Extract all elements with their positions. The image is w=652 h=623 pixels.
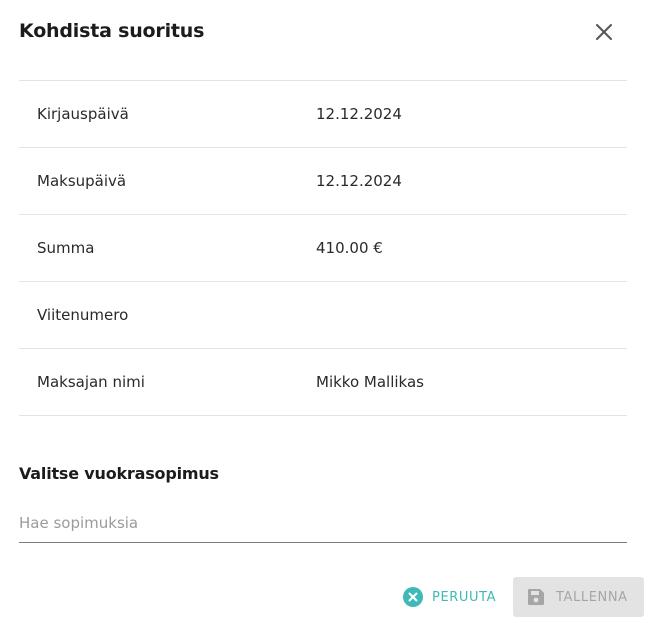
- contract-search-field: [19, 506, 627, 543]
- payment-details-table: Kirjauspäivä 12.12.2024 Maksupäivä 12.12…: [19, 80, 627, 416]
- detail-label: Kirjauspäivä: [37, 105, 129, 123]
- detail-row-payment-date: Maksupäivä 12.12.2024: [19, 148, 627, 215]
- detail-row-amount: Summa 410.00 €: [19, 215, 627, 282]
- detail-value: Mikko Mallikas: [316, 373, 424, 391]
- detail-row-booking-date: Kirjauspäivä 12.12.2024: [19, 81, 627, 148]
- detail-label: Maksajan nimi: [37, 373, 145, 391]
- detail-label: Viitenumero: [37, 306, 129, 324]
- dialog-title: Kohdista suoritus: [19, 20, 205, 42]
- contract-search-input[interactable]: [19, 506, 627, 540]
- close-icon: [596, 24, 612, 40]
- floppy-disk-icon: [528, 589, 544, 605]
- save-button[interactable]: TALLENNA: [513, 577, 644, 617]
- cancel-button[interactable]: PERUUTA: [403, 580, 496, 614]
- contract-section-title: Valitse vuokrasopimus: [19, 464, 219, 483]
- detail-row-payer-name: Maksajan nimi Mikko Mallikas: [19, 349, 627, 416]
- detail-row-reference-number: Viitenumero: [19, 282, 627, 349]
- close-button[interactable]: [588, 16, 620, 48]
- save-button-label: TALLENNA: [556, 589, 628, 605]
- allocate-payment-dialog: Kohdista suoritus Kirjauspäivä 12.12.202…: [0, 0, 652, 623]
- detail-value: 12.12.2024: [316, 172, 402, 190]
- detail-label: Maksupäivä: [37, 172, 127, 190]
- detail-value: 12.12.2024: [316, 105, 402, 123]
- cancel-button-label: PERUUTA: [432, 589, 497, 605]
- cancel-circle-icon: [403, 587, 423, 607]
- detail-label: Summa: [37, 239, 95, 257]
- detail-value: 410.00 €: [316, 239, 383, 257]
